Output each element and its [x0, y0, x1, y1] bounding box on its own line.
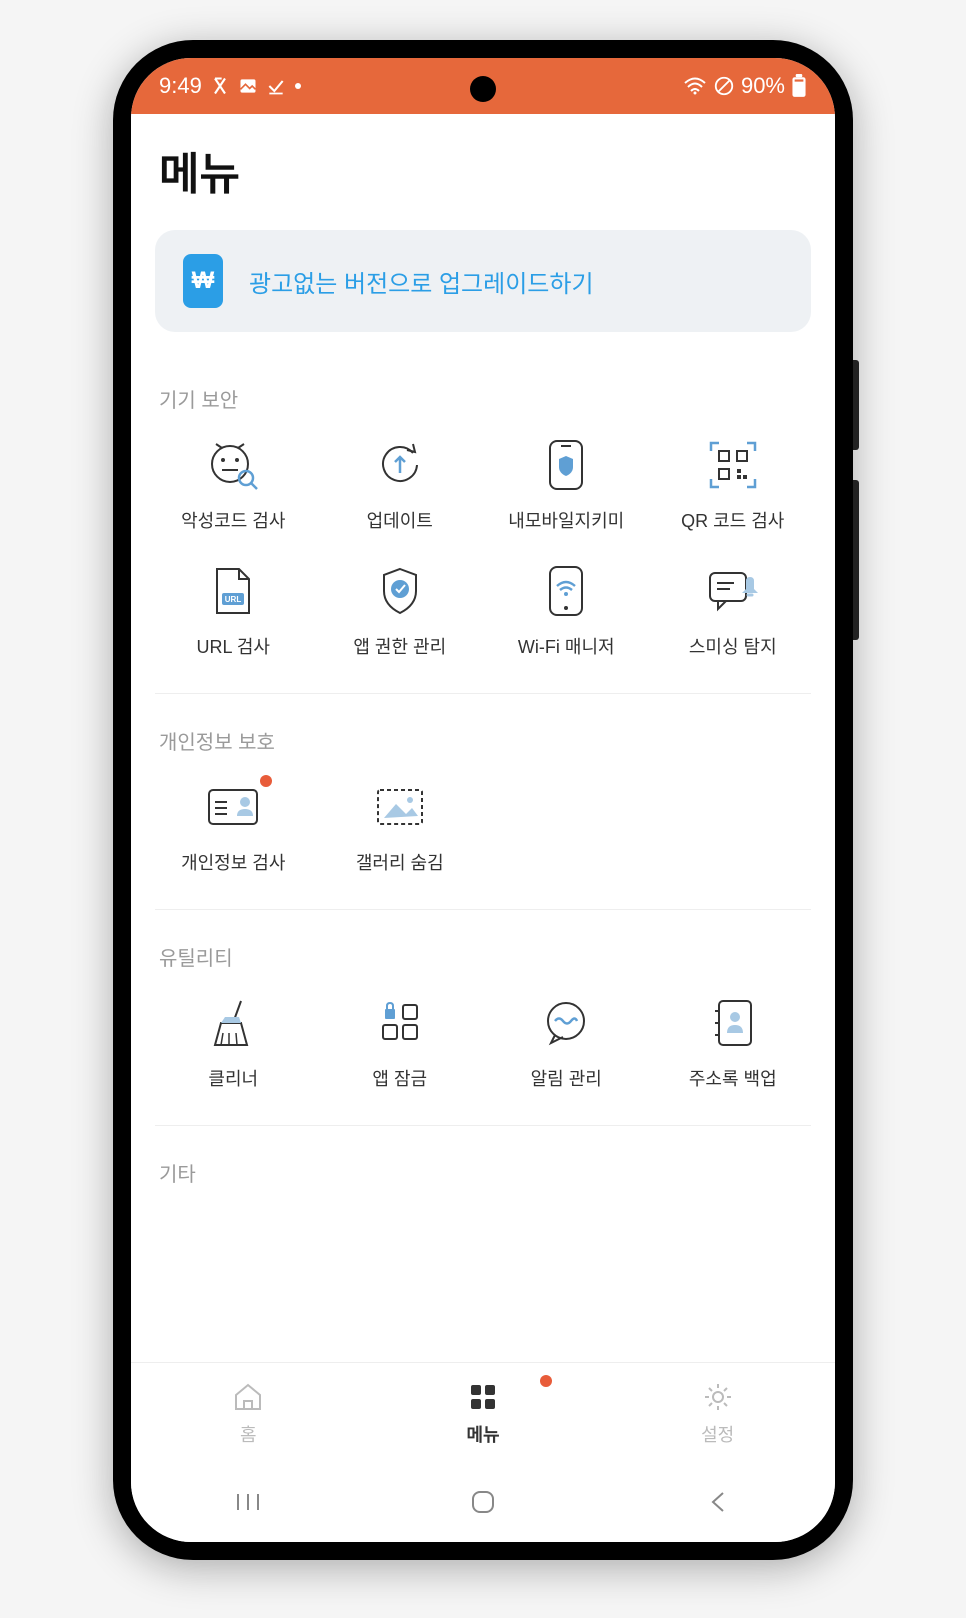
camera-punch [470, 76, 496, 102]
app-bottom-nav: 홈 메뉴 설정 [131, 1362, 835, 1462]
speech-bubble-icon [538, 995, 594, 1051]
tile-gallery-hide[interactable]: 갤러리 숨김 [322, 779, 479, 875]
checkmark-status-icon [266, 76, 286, 96]
divider [155, 1125, 811, 1126]
tile-label: 클리너 [208, 1065, 258, 1091]
tile-label: 갤러리 숨김 [356, 849, 444, 875]
image-status-icon [238, 76, 258, 96]
wifi-status-icon [683, 76, 707, 96]
update-circle-arrow-icon [372, 437, 428, 493]
page-title: 메뉴 [155, 114, 811, 230]
section-title: 기타 [155, 1146, 811, 1211]
svg-text:URL: URL [225, 595, 242, 604]
section-title: 유틸리티 [155, 930, 811, 995]
won-currency-icon: ₩ [183, 254, 223, 308]
tile-label: 앱 권한 관리 [353, 633, 446, 659]
apps-lock-icon [372, 995, 428, 1051]
tile-label: 개인정보 검사 [181, 849, 285, 875]
nav-label: 메뉴 [466, 1421, 499, 1447]
section-utility: 유틸리티 클리너 앱 잠금 [155, 930, 811, 1126]
notification-badge [260, 775, 272, 787]
dot-status-icon [294, 82, 302, 90]
gear-icon [700, 1379, 736, 1415]
divider [155, 909, 811, 910]
upgrade-banner[interactable]: ₩ 광고없는 버전으로 업그레이드하기 [155, 230, 811, 332]
section-device-security: 기기 보안 악성코드 검사 업데이트 [155, 372, 811, 694]
phone-frame: 9:49 [113, 40, 853, 1560]
tile-mobile-guard[interactable]: 내모바일지키미 [488, 437, 645, 533]
url-file-icon: URL [205, 563, 261, 619]
antivirus-status-icon [210, 76, 230, 96]
nav-menu[interactable]: 메뉴 [366, 1363, 601, 1462]
tile-privacy-scan[interactable]: 개인정보 검사 [155, 779, 312, 875]
side-button [853, 360, 859, 450]
nav-label: 설정 [701, 1421, 734, 1447]
nav-home[interactable]: 홈 [131, 1363, 366, 1462]
tile-label: 업데이트 [367, 507, 433, 533]
side-button [853, 480, 859, 640]
nav-label: 홈 [240, 1421, 257, 1447]
battery-icon [791, 74, 807, 98]
qr-code-icon [705, 437, 761, 493]
broom-cleaner-icon [205, 995, 261, 1051]
malware-face-icon [205, 437, 261, 493]
tile-label: 스미싱 탐지 [689, 633, 777, 659]
tile-malware-scan[interactable]: 악성코드 검사 [155, 437, 312, 533]
tile-label: 앱 잠금 [372, 1065, 427, 1091]
tile-contacts-backup[interactable]: 주소록 백업 [655, 995, 812, 1091]
no-signal-icon [713, 75, 735, 97]
system-recent-button[interactable] [218, 1490, 278, 1514]
tile-qr-scan[interactable]: QR 코드 검사 [655, 437, 812, 533]
divider [155, 693, 811, 694]
section-privacy: 개인정보 보호 개인정보 검사 갤러리 숨김 [155, 714, 811, 910]
tile-wifi-manager[interactable]: Wi-Fi 매니저 [488, 563, 645, 659]
phone-shield-icon [538, 437, 594, 493]
tile-app-permission[interactable]: 앱 권한 관리 [322, 563, 479, 659]
nav-settings[interactable]: 설정 [600, 1363, 835, 1462]
message-bell-icon [705, 563, 761, 619]
tile-app-lock[interactable]: 앱 잠금 [322, 995, 479, 1091]
tile-label: 주소록 백업 [689, 1065, 777, 1091]
status-time: 9:49 [159, 73, 202, 99]
tile-label: 악성코드 검사 [181, 507, 285, 533]
section-title: 개인정보 보호 [155, 714, 811, 779]
phone-wifi-icon [538, 563, 594, 619]
address-book-icon [705, 995, 761, 1051]
shield-check-icon [372, 563, 428, 619]
system-back-button[interactable] [688, 1489, 748, 1515]
home-icon [230, 1379, 266, 1415]
upgrade-text: 광고없는 버전으로 업그레이드하기 [249, 264, 594, 299]
tile-url-scan[interactable]: URL URL 검사 [155, 563, 312, 659]
content-area[interactable]: 메뉴 ₩ 광고없는 버전으로 업그레이드하기 기기 보안 악성코드 검사 [131, 114, 835, 1362]
tile-cleaner[interactable]: 클리너 [155, 995, 312, 1091]
tile-notification-manage[interactable]: 알림 관리 [488, 995, 645, 1091]
grid-menu-icon [465, 1379, 501, 1415]
id-card-icon [205, 779, 261, 835]
system-nav-bar [131, 1462, 835, 1542]
tile-update[interactable]: 업데이트 [322, 437, 479, 533]
tile-label: QR 코드 검사 [681, 507, 784, 533]
notification-badge [540, 1375, 552, 1387]
section-etc: 기타 [155, 1146, 811, 1211]
tile-label: URL 검사 [197, 633, 270, 659]
section-title: 기기 보안 [155, 372, 811, 437]
battery-label: 90% [741, 73, 785, 99]
system-home-button[interactable] [453, 1489, 513, 1515]
hidden-picture-icon [372, 779, 428, 835]
screen: 9:49 [131, 58, 835, 1542]
tile-smishing[interactable]: 스미싱 탐지 [655, 563, 812, 659]
tile-label: Wi-Fi 매니저 [518, 633, 615, 659]
tile-label: 알림 관리 [531, 1065, 602, 1091]
tile-label: 내모바일지키미 [508, 507, 624, 533]
